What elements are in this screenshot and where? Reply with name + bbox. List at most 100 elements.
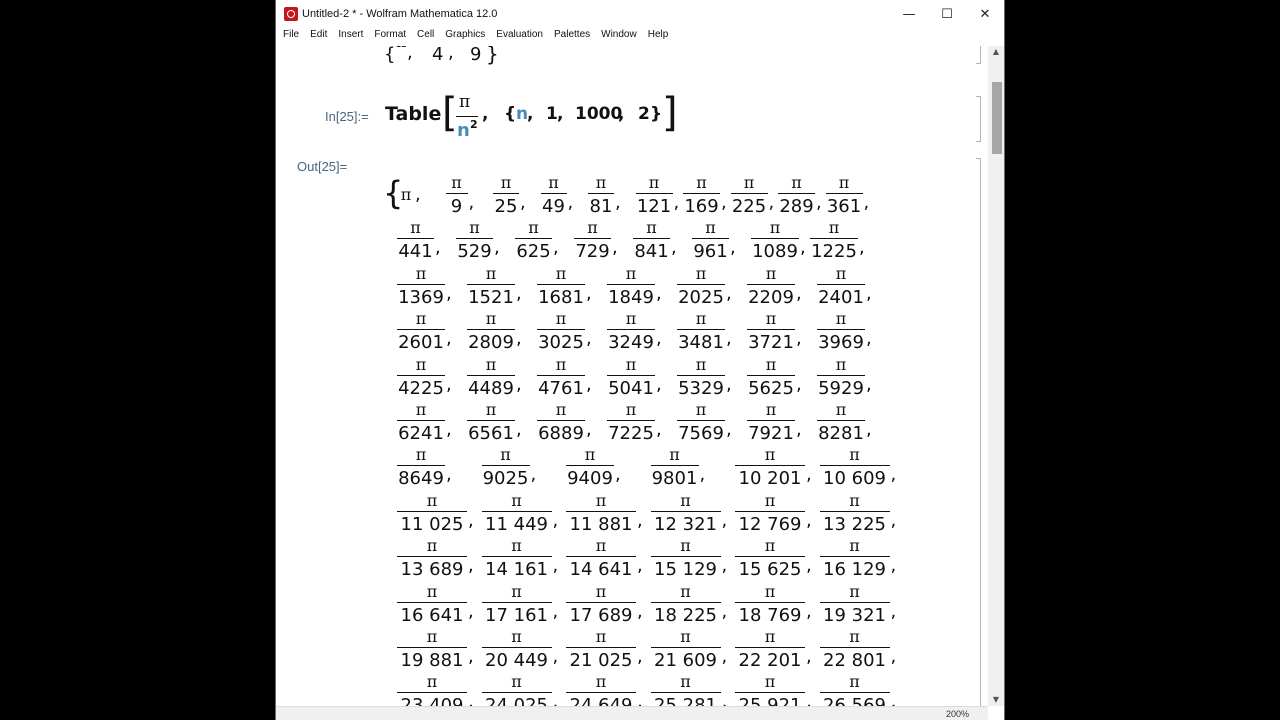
- list-comma: ,: [806, 646, 812, 667]
- fraction-numerator: π: [595, 490, 607, 510]
- menu-palettes[interactable]: Palettes: [554, 28, 590, 46]
- menu-help[interactable]: Help: [648, 28, 669, 46]
- menu-insert[interactable]: Insert: [338, 28, 363, 46]
- list-comma: ,: [586, 419, 592, 440]
- menu-format[interactable]: Format: [374, 28, 406, 46]
- notebook-area[interactable]: { π , 4 , 9 } In[25]:= Table [ π n 2 , {…: [276, 46, 1004, 706]
- output-fraction: π 13 689: [397, 537, 467, 582]
- fraction-line: [397, 556, 467, 558]
- fraction-numerator: π: [828, 218, 840, 238]
- fraction-line: [537, 420, 585, 421]
- fraction-numerator: π: [415, 445, 427, 465]
- output-fraction: π 529: [456, 219, 493, 264]
- output-fraction: π 18 225: [650, 582, 721, 628]
- fraction-denominator: 13 689: [400, 559, 464, 581]
- output-fraction: π 18 769: [735, 582, 805, 628]
- scroll-up-arrow-icon[interactable]: ▲: [988, 46, 1004, 58]
- fraction-numerator: π: [764, 672, 776, 692]
- output-fraction: π9: [445, 174, 468, 219]
- fraction-denominator: 21 025: [569, 650, 633, 671]
- fraction-numerator: π: [791, 173, 802, 192]
- fraction-denominator: 441: [398, 241, 433, 263]
- list-comma: ,: [796, 328, 802, 350]
- list-comma: ,: [890, 555, 897, 577]
- fraction-denominator: 49: [542, 196, 565, 217]
- fraction-line: [607, 283, 655, 285]
- output-fraction: π 19 321: [819, 582, 890, 628]
- cell-bracket[interactable]: [976, 158, 981, 706]
- scrollbar-thumb[interactable]: [992, 82, 1002, 154]
- fraction-numerator: π: [587, 218, 598, 238]
- fraction-numerator: π: [625, 354, 637, 374]
- menu-evaluation[interactable]: Evaluation: [496, 28, 543, 46]
- fraction-numerator: π: [695, 263, 707, 283]
- list-comma: ,: [866, 282, 872, 304]
- fraction-line: [817, 374, 865, 376]
- cell-bracket[interactable]: [976, 46, 981, 64]
- scroll-down-arrow-icon[interactable]: ▼: [988, 694, 1004, 706]
- table-function[interactable]: Table: [385, 103, 441, 125]
- maximize-button[interactable]: ☐: [928, 0, 966, 28]
- fraction-denominator: 12 321: [654, 513, 717, 535]
- output-fraction: π 11 449: [481, 491, 552, 537]
- fraction-line: [730, 193, 768, 194]
- list-comma: ,: [637, 691, 643, 706]
- list-comma: ,: [806, 691, 812, 706]
- fraction-numerator: π: [426, 672, 438, 692]
- fraction-denominator: 11 025: [400, 513, 464, 535]
- fraction-line: [819, 556, 890, 558]
- fraction-line: [735, 692, 805, 694]
- menu-window[interactable]: Window: [601, 28, 637, 46]
- output-fraction: π 7921: [747, 401, 795, 446]
- menu-cell[interactable]: Cell: [417, 28, 434, 46]
- fraction-numerator: π: [695, 400, 707, 419]
- fraction-denominator: 11 881: [569, 513, 633, 535]
- menu-edit[interactable]: Edit: [310, 28, 327, 46]
- fraction-numerator: π: [426, 581, 438, 601]
- fraction-line: [751, 238, 799, 240]
- fraction-line: [677, 329, 725, 331]
- output-fraction: π 121: [635, 174, 673, 219]
- list-comma: ,: [552, 646, 559, 667]
- fraction-line: [607, 420, 655, 421]
- menu-graphics[interactable]: Graphics: [445, 28, 485, 46]
- output-fraction: π 2025: [677, 263, 725, 310]
- fraction-denominator: 25 921: [738, 695, 802, 706]
- fraction-numerator: π: [849, 672, 860, 692]
- fraction-numerator: π: [680, 672, 691, 692]
- fraction-denominator: 225: [731, 196, 767, 217]
- list-comma: ,: [553, 237, 559, 259]
- fraction-numerator: π: [680, 490, 691, 510]
- fraction-numerator: π: [849, 536, 860, 556]
- title-bar[interactable]: Untitled-2 * - Wolfram Mathematica 12.0 …: [276, 0, 1004, 28]
- list-comma: ,: [530, 464, 537, 486]
- list-comma: ,: [721, 192, 727, 213]
- output-fraction: π 2809: [467, 310, 515, 355]
- output-fraction: π 23 409: [397, 673, 467, 706]
- output-fraction: π 3249: [607, 310, 655, 355]
- output-fraction: π 1849: [607, 264, 655, 310]
- fraction-denominator: 5329: [678, 377, 724, 399]
- close-button[interactable]: ✕: [966, 0, 1004, 28]
- fraction-numerator: π: [485, 400, 497, 419]
- list-comma: ,: [468, 600, 474, 622]
- cell-bracket[interactable]: [976, 96, 981, 142]
- fraction-denominator: 10 201: [738, 468, 802, 490]
- output-fraction: π 3481: [677, 310, 725, 355]
- output-pi-term: π: [398, 174, 414, 219]
- fraction-denominator: 121: [636, 196, 672, 217]
- list-comma: ,: [673, 192, 680, 213]
- minimize-button[interactable]: —: [890, 0, 928, 28]
- output-fraction: π 441: [397, 219, 434, 264]
- fraction-line: [537, 283, 585, 285]
- zoom-level[interactable]: 200%: [946, 707, 969, 720]
- fraction-denominator: 13 225: [823, 513, 886, 535]
- list-comma: ,: [890, 464, 897, 486]
- output-fraction: π 225: [730, 174, 768, 219]
- menu-file[interactable]: File: [283, 28, 299, 46]
- list-comma: ,: [796, 373, 802, 395]
- fraction-denominator: 25: [494, 196, 518, 217]
- fraction-line: [481, 647, 552, 648]
- fraction-denominator: 3025: [538, 332, 584, 354]
- input-comma: ,: [618, 104, 625, 124]
